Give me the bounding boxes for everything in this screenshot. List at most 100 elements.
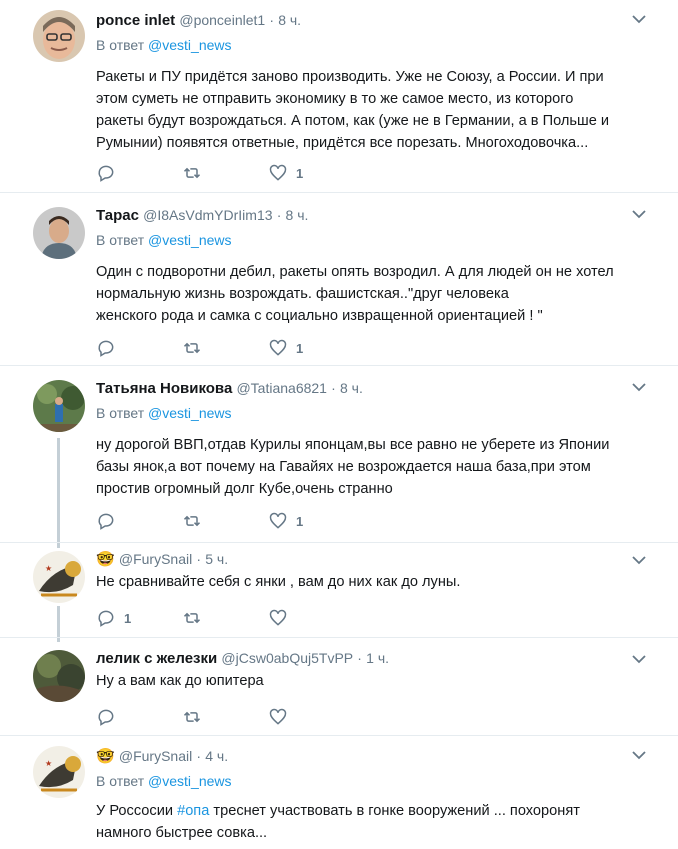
like-button[interactable]: 1 bbox=[268, 163, 354, 183]
tweet-menu-button[interactable] bbox=[632, 382, 646, 392]
avatar[interactable] bbox=[33, 10, 85, 62]
reply-count: 1 bbox=[124, 610, 132, 626]
tweet-text-segment: У Россоcии bbox=[96, 803, 178, 819]
avatar[interactable] bbox=[33, 207, 85, 259]
tweet-menu-button[interactable] bbox=[632, 14, 646, 24]
like-button[interactable]: 1 bbox=[268, 511, 354, 531]
separator-dot: · bbox=[269, 12, 275, 28]
retweet-button[interactable] bbox=[182, 338, 268, 358]
tweet-text-line: простив огромный долг Кубе,очень странно bbox=[96, 481, 393, 497]
like-button[interactable] bbox=[268, 707, 354, 727]
hashtag-link[interactable]: #опа bbox=[177, 803, 209, 819]
reply-context: В ответ @vesti_news bbox=[96, 36, 648, 54]
timestamp[interactable]: 8 ч. bbox=[286, 207, 309, 223]
tweet[interactable]: ★ 🤓 @FurySnail · 5 ч. Не сравнивайте себ… bbox=[0, 543, 678, 637]
tweet-menu-button[interactable] bbox=[632, 750, 646, 760]
like-count: 1 bbox=[296, 340, 304, 356]
timestamp[interactable]: 1 ч. bbox=[366, 650, 389, 666]
like-count: 1 bbox=[296, 513, 304, 529]
like-button[interactable]: 1 bbox=[268, 338, 354, 358]
avatar[interactable] bbox=[33, 380, 85, 432]
user-handle[interactable]: @FurySnail bbox=[119, 551, 192, 567]
tweet-text: Один с подворотни дебил, ракеты опять во… bbox=[96, 261, 648, 327]
reply-icon bbox=[98, 513, 114, 530]
retweet-button[interactable] bbox=[182, 163, 268, 183]
svg-text:★: ★ bbox=[45, 564, 52, 573]
tweet-text-line: Ракеты и ПУ придётся заново производить.… bbox=[96, 69, 604, 85]
tweet-text-line: У Россоcии #опа треснет участвовать в го… bbox=[96, 800, 648, 822]
display-name[interactable]: Тарас bbox=[96, 207, 139, 224]
tweet-actions: 1 bbox=[96, 162, 354, 184]
tweet-menu-button[interactable] bbox=[632, 555, 646, 565]
reply-context: В ответ @vesti_news bbox=[96, 231, 648, 249]
tweet-text: ну дорогой ВВП,отдав Курилы японцам,вы в… bbox=[96, 434, 648, 500]
reply-prefix: В ответ bbox=[96, 232, 145, 248]
reply-to-link[interactable]: @vesti_news bbox=[148, 232, 231, 248]
separator-dot: · bbox=[196, 551, 202, 567]
user-handle[interactable]: @I8AsVdmYDrIim13 bbox=[143, 207, 272, 223]
reply-icon bbox=[98, 340, 114, 357]
user-handle[interactable]: @jCsw0abQuj5TvPP bbox=[221, 650, 353, 666]
chevron-down-icon bbox=[632, 751, 646, 760]
timestamp[interactable]: 8 ч. bbox=[278, 12, 301, 28]
like-button[interactable] bbox=[268, 608, 354, 628]
display-name[interactable]: 🤓 bbox=[96, 748, 115, 765]
tweet-menu-button[interactable] bbox=[632, 209, 646, 219]
tweet[interactable]: ★ 🤓 @FurySnail · 4 ч. В ответ @vesti_new… bbox=[0, 736, 678, 849]
retweet-button[interactable] bbox=[182, 707, 268, 727]
reply-button[interactable] bbox=[96, 511, 182, 531]
tweet-text: У Россоcии #опа треснет участвовать в го… bbox=[96, 800, 648, 844]
display-name[interactable]: лелик с железки bbox=[96, 650, 217, 667]
heart-icon bbox=[269, 164, 287, 181]
timestamp[interactable]: 4 ч. bbox=[205, 748, 228, 764]
display-name[interactable]: 🤓 bbox=[96, 551, 115, 568]
tweet-actions: 1 bbox=[96, 337, 354, 359]
avatar[interactable]: ★ bbox=[33, 551, 85, 603]
reply-button[interactable] bbox=[96, 338, 182, 358]
tweet-text: Ракеты и ПУ придётся заново производить.… bbox=[96, 66, 648, 154]
tweet-header: ponce inlet @ponceinlet1 · 8 ч. bbox=[96, 10, 648, 30]
reply-to-link[interactable]: @vesti_news bbox=[148, 37, 231, 53]
tweet-actions: 1 bbox=[96, 510, 354, 532]
tweet[interactable]: лелик с железки @jCsw0abQuj5TvPP · 1 ч. … bbox=[0, 638, 678, 734]
reply-button[interactable] bbox=[96, 163, 182, 183]
timestamp[interactable]: 8 ч. bbox=[340, 380, 363, 396]
separator-dot: · bbox=[276, 207, 282, 223]
tweet-text: Не сравнивайте себя с янки , вам до них … bbox=[96, 571, 648, 593]
user-handle[interactable]: @FurySnail bbox=[119, 748, 192, 764]
tweet[interactable]: ponce inlet @ponceinlet1 · 8 ч. В ответ … bbox=[0, 0, 678, 192]
reply-context: В ответ @vesti_news bbox=[96, 404, 648, 422]
user-handle[interactable]: @ponceinlet1 bbox=[179, 12, 265, 28]
avatar[interactable] bbox=[33, 650, 85, 702]
tweet-actions: 1 bbox=[96, 607, 354, 629]
display-name[interactable]: Татьяна Новикова bbox=[96, 380, 232, 397]
display-name[interactable]: ponce inlet bbox=[96, 12, 175, 29]
tweet-text-line: женского рода и самка с социально извращ… bbox=[96, 308, 543, 324]
user-handle[interactable]: @Tatiana6821 bbox=[236, 380, 327, 396]
tweet-text-line: ну дорогой ВВП,отдав Курилы японцам,вы в… bbox=[96, 437, 610, 453]
tweet-menu-button[interactable] bbox=[632, 654, 646, 664]
reply-to-link[interactable]: @vesti_news bbox=[148, 405, 231, 421]
tweet[interactable]: Тарас @I8AsVdmYDrIim13 · 8 ч. В ответ @v… bbox=[0, 193, 678, 365]
avatar[interactable]: ★ bbox=[33, 746, 85, 798]
heart-icon bbox=[269, 708, 287, 725]
retweet-button[interactable] bbox=[182, 608, 268, 628]
reply-icon bbox=[98, 709, 114, 726]
tweet-text-line: нормальную жизнь возрождать. фашистская.… bbox=[96, 286, 509, 302]
chevron-down-icon bbox=[632, 655, 646, 664]
reply-prefix: В ответ bbox=[96, 773, 145, 789]
tweet-text-segment: треснет участвовать в гонке вооружений .… bbox=[209, 803, 580, 819]
reply-to-link[interactable]: @vesti_news bbox=[148, 773, 231, 789]
reply-icon bbox=[98, 610, 114, 627]
reply-button[interactable] bbox=[96, 707, 182, 727]
retweet-icon bbox=[183, 711, 201, 723]
retweet-button[interactable] bbox=[182, 511, 268, 531]
chevron-down-icon bbox=[632, 210, 646, 219]
timestamp[interactable]: 5 ч. bbox=[205, 551, 228, 567]
tweet-text-line: Не сравнивайте себя с янки , вам до них … bbox=[96, 574, 461, 590]
reply-button[interactable]: 1 bbox=[96, 608, 182, 628]
heart-icon bbox=[269, 609, 287, 626]
chevron-down-icon bbox=[632, 15, 646, 24]
heart-icon bbox=[269, 512, 287, 529]
tweet[interactable]: Татьяна Новикова @Tatiana6821 · 8 ч. В о… bbox=[0, 366, 678, 542]
